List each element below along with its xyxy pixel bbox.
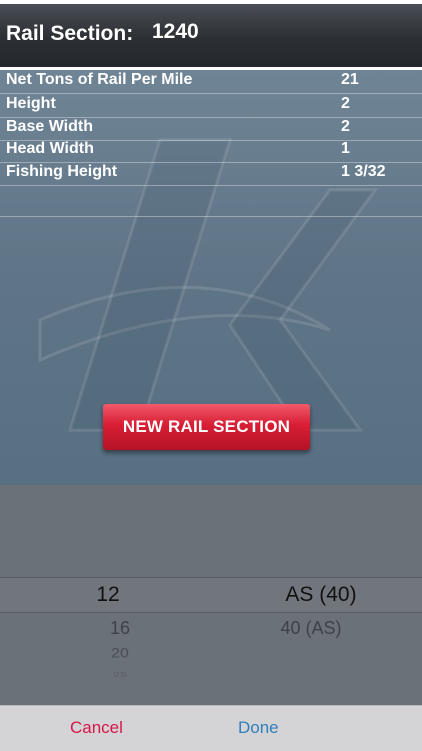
spec-label: Head Width bbox=[6, 140, 94, 157]
rail-picker[interactable]: 12 16 20 25 AS (40) 40 (AS) bbox=[0, 485, 422, 705]
rail-section-value: 1240 bbox=[152, 20, 199, 43]
rail-section-label: Rail Section: bbox=[6, 22, 134, 45]
spec-row-empty bbox=[0, 185, 422, 217]
picker-left-option[interactable]: 25 bbox=[60, 670, 180, 678]
spec-row-head-width: Head Width 1 bbox=[0, 139, 422, 163]
spec-row-fishing-height: Fishing Height 1 3/32 bbox=[0, 162, 422, 186]
spec-row-base-width: Base Width 2 bbox=[0, 117, 422, 141]
spec-row-net-tons: Net Tons of Rail Per Mile 21 bbox=[0, 70, 422, 94]
title-bar: Rail Section: 1240 bbox=[0, 0, 422, 70]
spec-value: 2 bbox=[341, 95, 350, 112]
new-rail-section-button[interactable]: NEW RAIL SECTION bbox=[103, 404, 310, 450]
picker-left-selected[interactable]: 12 bbox=[48, 583, 168, 607]
spec-label: Base Width bbox=[6, 118, 93, 135]
spec-value: 2 bbox=[341, 118, 350, 135]
picker-right-option[interactable]: 40 (AS) bbox=[236, 618, 386, 639]
picker-left-option[interactable]: 20 bbox=[60, 646, 180, 661]
spec-row-height: Height 2 bbox=[0, 94, 422, 118]
spec-value: 1 3/32 bbox=[341, 163, 386, 180]
spec-value: 1 bbox=[341, 140, 350, 157]
spec-value: 21 bbox=[341, 71, 359, 88]
picker-left-option[interactable]: 16 bbox=[60, 618, 180, 639]
spec-label: Height bbox=[6, 95, 56, 112]
done-button[interactable]: Done bbox=[238, 718, 279, 738]
picker-toolbar: Cancel Done bbox=[0, 705, 422, 751]
picker-right-selected[interactable]: AS (40) bbox=[246, 583, 396, 607]
cancel-button[interactable]: Cancel bbox=[70, 718, 123, 738]
spec-label: Net Tons of Rail Per Mile bbox=[6, 71, 193, 88]
spec-label: Fishing Height bbox=[6, 163, 118, 180]
spec-panel: Net Tons of Rail Per Mile 21 Height 2 Ba… bbox=[0, 70, 422, 485]
